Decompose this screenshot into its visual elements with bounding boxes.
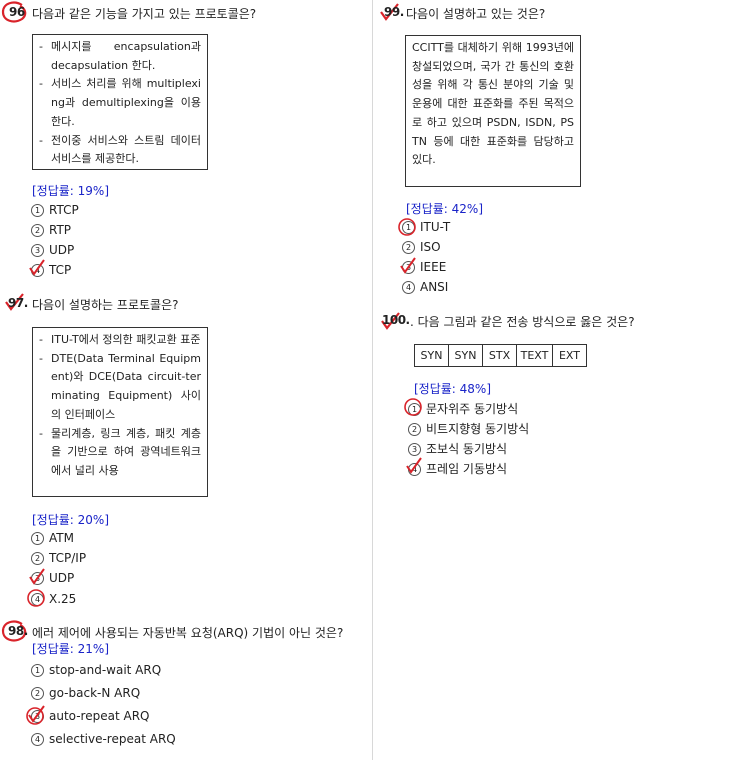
option-number: 1	[31, 204, 44, 217]
option-3[interactable]: 3 IEEE	[402, 260, 446, 274]
option-4[interactable]: 4 selective-repeat ARQ	[31, 732, 176, 746]
question-number: 96	[9, 5, 25, 19]
option-2[interactable]: 2 비트지향형 동기방식	[408, 420, 529, 437]
option-4[interactable]: 4 X.25	[31, 592, 76, 606]
option-label: 프레임 기동방식	[426, 462, 508, 476]
option-number: 2	[31, 552, 44, 565]
option-2[interactable]: 2 ISO	[402, 240, 441, 254]
description-box: CCITT를 대체하기 위해 1993년에 창설되었으며, 국가 간 통신의 호…	[405, 35, 581, 187]
question-number: 98.	[8, 624, 28, 638]
option-number: 2	[31, 224, 44, 237]
option-label: UDP	[49, 571, 75, 585]
answer-rate: [정답률: 20%]	[32, 513, 110, 527]
option-3[interactable]: 3 UDP	[31, 571, 74, 585]
option-label: TCP/IP	[49, 551, 87, 565]
option-3[interactable]: 3 조보식 동기방식	[408, 440, 507, 457]
option-number: 4	[402, 281, 415, 294]
option-label: 비트지향형 동기방식	[426, 422, 530, 436]
question-text: 다음이 설명하고 있는 것은?	[406, 7, 546, 21]
option-number: 3	[408, 443, 421, 456]
option-number: 2	[402, 241, 415, 254]
option-4[interactable]: 4 TCP	[31, 263, 71, 277]
option-number: 2	[31, 687, 44, 700]
question-text: . 다음 그림과 같은 전송 방식으로 옳은 것은?	[410, 315, 635, 329]
option-2[interactable]: 2 TCP/IP	[31, 551, 86, 565]
question-number: 99.	[384, 5, 404, 19]
option-label: stop-and-wait ARQ	[49, 663, 162, 677]
column-divider	[372, 0, 373, 760]
frame-cell: STX	[482, 344, 517, 367]
option-1[interactable]: 1 ATM	[31, 531, 74, 545]
option-4[interactable]: 4 프레임 기동방식	[408, 460, 507, 477]
option-number: 3	[31, 572, 44, 585]
option-label: auto-repeat ARQ	[49, 709, 150, 723]
option-label: go-back-N ARQ	[49, 686, 141, 700]
option-number: 4	[408, 463, 421, 476]
option-number: 4	[31, 593, 44, 606]
option-1[interactable]: 1 stop-and-wait ARQ	[31, 663, 161, 677]
option-number: 1	[31, 532, 44, 545]
option-label: 문자위주 동기방식	[426, 402, 519, 416]
option-label: TCP	[49, 263, 72, 277]
answer-rate: [정답률: 19%]	[32, 184, 110, 198]
option-2[interactable]: 2 RTP	[31, 223, 71, 237]
option-label: 조보식 동기방식	[426, 442, 508, 456]
option-label: ANSI	[420, 280, 449, 294]
box-item: 서비스 처리를 위해 multiplexing과 demultiplexing을…	[51, 77, 201, 128]
box-item: 메시지를 encapsulation과 decapsulation 한다.	[51, 40, 201, 72]
option-number: 4	[31, 733, 44, 746]
question-text: 다음과 같은 기능을 가지고 있는 프로토콜은?	[32, 7, 257, 21]
box-item: ITU-T에서 정의한 패킷교환 표준	[51, 333, 201, 346]
box-item: 물리계층, 링크 계층, 패킷 계층을 기반으로 하여 광역네트워크에서 널리 …	[51, 426, 201, 477]
option-label: selective-repeat ARQ	[49, 732, 176, 746]
option-label: RTCP	[49, 203, 79, 217]
option-1[interactable]: 1 ITU-T	[402, 220, 450, 234]
option-number: 3	[31, 244, 44, 257]
frame-cell: SYN	[448, 344, 483, 367]
box-item: DTE(Data Terminal Equipment)와 DCE(Data c…	[51, 351, 201, 421]
option-number: 1	[408, 403, 421, 416]
option-label: ITU-T	[420, 220, 451, 234]
option-label: RTP	[49, 223, 72, 237]
question-text: 다음이 설명하는 프로토콜은?	[32, 298, 179, 312]
option-1[interactable]: 1 RTCP	[31, 203, 79, 217]
option-number: 1	[402, 221, 415, 234]
option-4[interactable]: 4 ANSI	[402, 280, 448, 294]
option-number: 3	[402, 261, 415, 274]
question-number: 97.	[8, 296, 28, 310]
answer-rate: [정답률: 48%]	[414, 382, 492, 396]
option-2[interactable]: 2 go-back-N ARQ	[31, 686, 140, 700]
box-item: 전이중 서비스와 스트림 데이터 서비스를 제공한다.	[51, 133, 201, 166]
option-number: 2	[408, 423, 421, 436]
option-label: ISO	[420, 240, 441, 254]
option-3[interactable]: 3 auto-repeat ARQ	[31, 709, 149, 723]
answer-rate: [정답률: 42%]	[406, 202, 484, 216]
box-text: CCITT를 대체하기 위해 1993년에 창설되었으며, 국가 간 통신의 호…	[412, 41, 574, 167]
option-label: IEEE	[420, 260, 447, 274]
option-1[interactable]: 1 문자위주 동기방식	[408, 400, 518, 417]
transmission-frame-diagram: SYN SYN STX TEXT EXT	[414, 344, 587, 367]
option-number: 3	[31, 710, 44, 723]
question-text: 에러 제어에 사용되는 자동반복 요청(ARQ) 기법이 아닌 것은?	[32, 626, 344, 640]
answer-rate: [정답률: 21%]	[32, 642, 110, 656]
option-label: X.25	[49, 592, 77, 606]
option-label: UDP	[49, 243, 75, 257]
option-number: 4	[31, 264, 44, 277]
option-3[interactable]: 3 UDP	[31, 243, 74, 257]
option-number: 1	[31, 664, 44, 677]
description-box: - ITU-T에서 정의한 패킷교환 표준 - DTE(Data Terminal …	[32, 327, 208, 497]
frame-cell: EXT	[552, 344, 587, 367]
option-label: ATM	[49, 531, 74, 545]
frame-cell: TEXT	[516, 344, 553, 367]
question-number: 100.	[382, 313, 410, 327]
description-box: - 메시지를 encapsulation과 decapsulation 한다. -…	[32, 34, 208, 170]
frame-cell: SYN	[414, 344, 449, 367]
